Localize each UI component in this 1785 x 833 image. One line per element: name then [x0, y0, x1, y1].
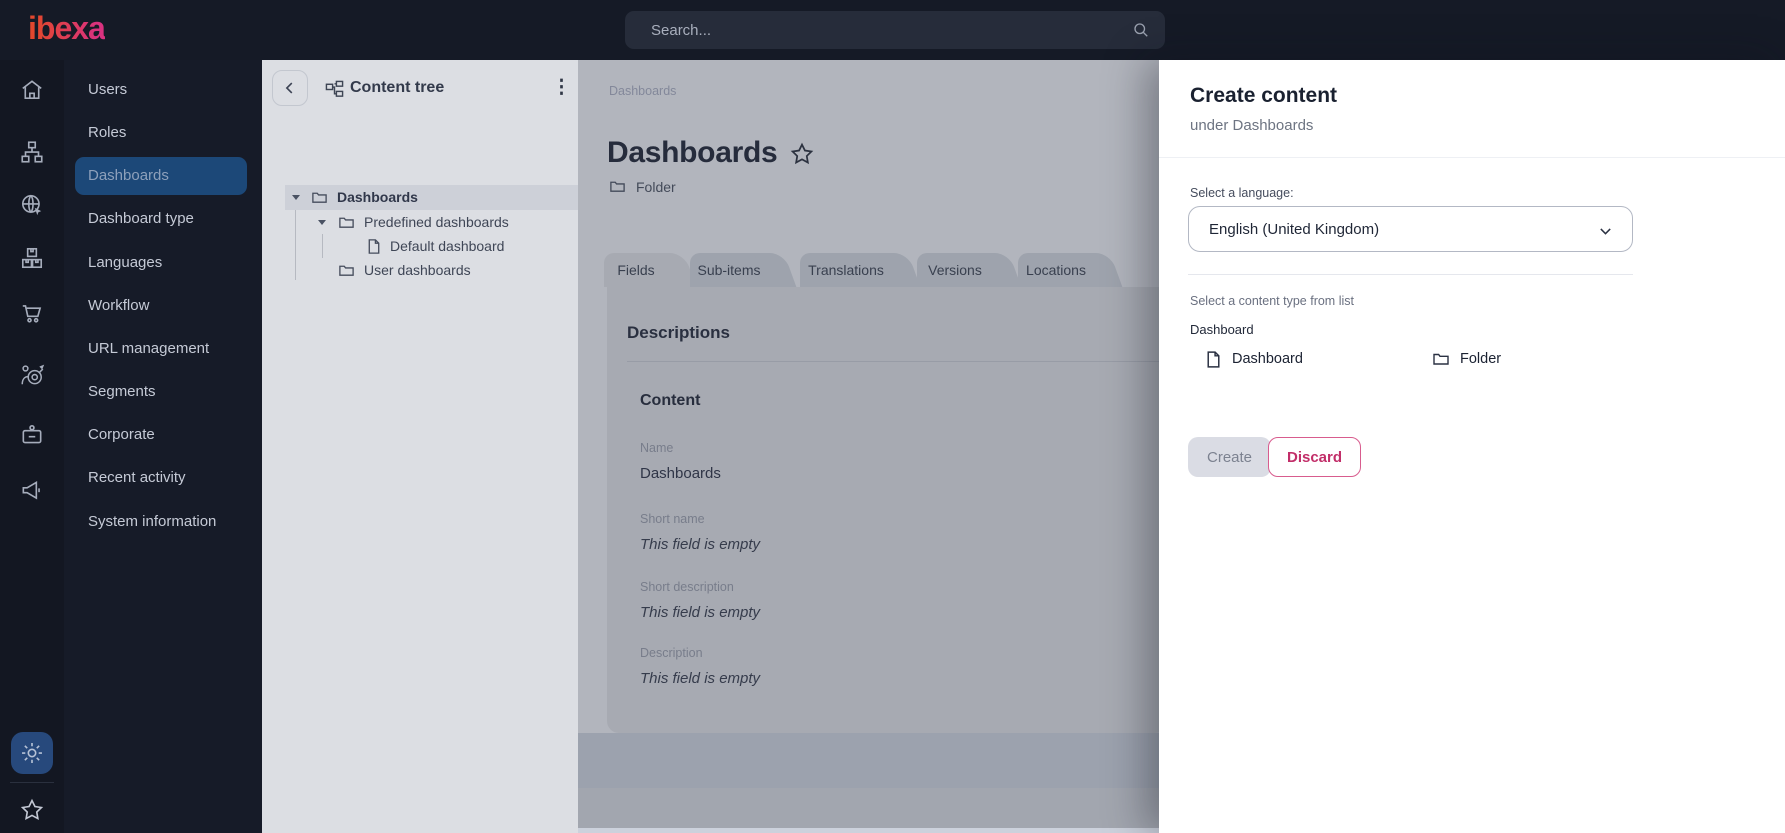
language-select[interactable]: English (United Kingdom)	[1188, 206, 1633, 252]
marketing-megaphone-icon[interactable]	[19, 477, 45, 503]
create-button[interactable]: Create	[1188, 437, 1271, 477]
panel-divider	[1188, 274, 1633, 275]
folder-icon	[609, 178, 626, 195]
page-title: Dashboards	[607, 136, 777, 170]
breadcrumb[interactable]: Dashboards	[609, 84, 676, 98]
content-type-option-label: Dashboard	[1232, 351, 1303, 367]
field-label: Short description	[640, 580, 734, 594]
file-icon	[366, 238, 382, 255]
personalization-target-icon[interactable]	[19, 362, 45, 388]
content-tree-icon	[325, 80, 344, 99]
content-type-group-label: Dashboard	[1190, 322, 1254, 337]
search-icon	[1131, 20, 1151, 40]
language-select-label: Select a language:	[1190, 186, 1294, 200]
tree-item-predefined-dashboards[interactable]: Predefined dashboards	[262, 210, 578, 235]
content-type-label: Folder	[636, 179, 676, 195]
tab-translations[interactable]: Translations	[800, 253, 892, 287]
caret-down-icon[interactable]	[318, 220, 326, 225]
sidebar-item-url-management[interactable]: URL management	[64, 332, 262, 366]
hierarchy-icon[interactable]	[19, 139, 45, 165]
favorites-star-icon[interactable]	[19, 797, 45, 823]
ibexa-logo[interactable]: ibexa	[28, 10, 105, 47]
chevron-down-icon	[1597, 223, 1614, 240]
sidebar-item-dashboards[interactable]: Dashboards	[64, 159, 262, 193]
tree-item-dashboards[interactable]: Dashboards	[285, 185, 578, 210]
tab-bar: Fields Sub-items Translations Versions L…	[578, 253, 1159, 287]
sidebar-item-recent-activity[interactable]: Recent activity	[64, 461, 262, 495]
section-divider	[627, 361, 1167, 362]
commerce-cart-icon[interactable]	[19, 300, 45, 326]
settings-gear-icon[interactable]	[11, 732, 53, 774]
content-type-option-folder[interactable]: Folder	[1432, 346, 1501, 372]
tree-item-label: Default dashboard	[390, 238, 504, 254]
sidebar-item-segments[interactable]: Segments	[64, 375, 262, 409]
tree-item-label: User dashboards	[364, 262, 471, 278]
content-tree-panel: Content tree ⋮ Dashboards Predefined das…	[262, 60, 578, 833]
tree-item-user-dashboards[interactable]: User dashboards	[262, 258, 578, 283]
folder-icon	[1432, 350, 1450, 368]
create-panel-subtitle: under Dashboards	[1190, 117, 1313, 134]
search-input[interactable]	[625, 11, 1165, 49]
content-type-option-dashboard[interactable]: Dashboard	[1205, 346, 1303, 372]
tab-versions[interactable]: Versions	[917, 253, 993, 287]
field-label: Description	[640, 646, 703, 660]
secondary-menu: Users Roles Dashboards Dashboard type La…	[64, 60, 262, 833]
sidebar-item-users[interactable]: Users	[64, 73, 262, 107]
content-type-row: Folder	[609, 178, 676, 195]
tab-sub-items[interactable]: Sub-items	[690, 253, 768, 287]
field-value: This field is empty	[640, 604, 760, 621]
field-value: Dashboards	[640, 465, 721, 482]
page-title-row: Dashboards	[607, 136, 815, 170]
sidebar-item-workflow[interactable]: Workflow	[64, 289, 262, 323]
folder-icon	[338, 214, 355, 231]
bookmark-star-icon[interactable]	[789, 141, 815, 167]
top-bar: ibexa Site: All context AU	[0, 0, 1785, 60]
chevron-left-icon	[281, 79, 299, 97]
content-tree-title: Content tree	[350, 79, 444, 97]
sidebar-item-dashboard-type[interactable]: Dashboard type	[64, 202, 262, 236]
discard-button[interactable]: Discard	[1268, 437, 1361, 477]
main-menu-rail	[0, 60, 64, 833]
sidebar-item-system-information[interactable]: System information	[64, 505, 262, 539]
search-bar[interactable]	[625, 11, 1165, 49]
tree-item-label: Dashboards	[337, 189, 418, 205]
main-bottom-strip	[578, 828, 1159, 833]
site-globe-icon[interactable]	[19, 192, 45, 218]
content-type-option-label: Folder	[1460, 351, 1501, 367]
tree-kebab-menu-icon[interactable]: ⋮	[552, 74, 571, 102]
tab-fields[interactable]: Fields	[604, 253, 668, 287]
file-icon	[1205, 350, 1222, 369]
corporate-badge-icon[interactable]	[19, 422, 45, 448]
section-title: Descriptions	[627, 323, 730, 343]
products-boxes-icon[interactable]	[19, 245, 45, 271]
create-panel-header: Create content under Dashboards	[1159, 60, 1785, 158]
content-type-list-label: Select a content type from list	[1190, 294, 1354, 308]
rail-divider	[10, 782, 54, 783]
folder-icon	[338, 262, 355, 279]
create-panel-title: Create content	[1190, 84, 1337, 108]
tab-locations[interactable]: Locations	[1018, 253, 1094, 287]
field-label: Name	[640, 441, 673, 455]
sidebar-item-roles[interactable]: Roles	[64, 116, 262, 150]
sidebar-item-corporate[interactable]: Corporate	[64, 418, 262, 452]
field-label: Short name	[640, 512, 705, 526]
folder-icon	[311, 189, 328, 206]
main-footer-band	[578, 788, 1159, 833]
language-select-value: English (United Kingdom)	[1209, 221, 1379, 238]
tree-item-default-dashboard[interactable]: Default dashboard	[262, 234, 578, 259]
field-group-title: Content	[640, 392, 700, 410]
main-content: Dashboards Dashboards Folder Fields Sub-…	[578, 60, 1159, 833]
create-content-panel: Create content under Dashboards Select a…	[1159, 60, 1785, 833]
fields-card: Descriptions Content Name Dashboards Sho…	[607, 287, 1167, 733]
field-value: This field is empty	[640, 670, 760, 687]
caret-down-icon[interactable]	[292, 195, 300, 200]
field-value: This field is empty	[640, 536, 760, 553]
sidebar-item-languages[interactable]: Languages	[64, 246, 262, 280]
home-icon[interactable]	[19, 77, 45, 103]
collapse-tree-button[interactable]	[272, 70, 308, 106]
tree-item-label: Predefined dashboards	[364, 214, 509, 230]
